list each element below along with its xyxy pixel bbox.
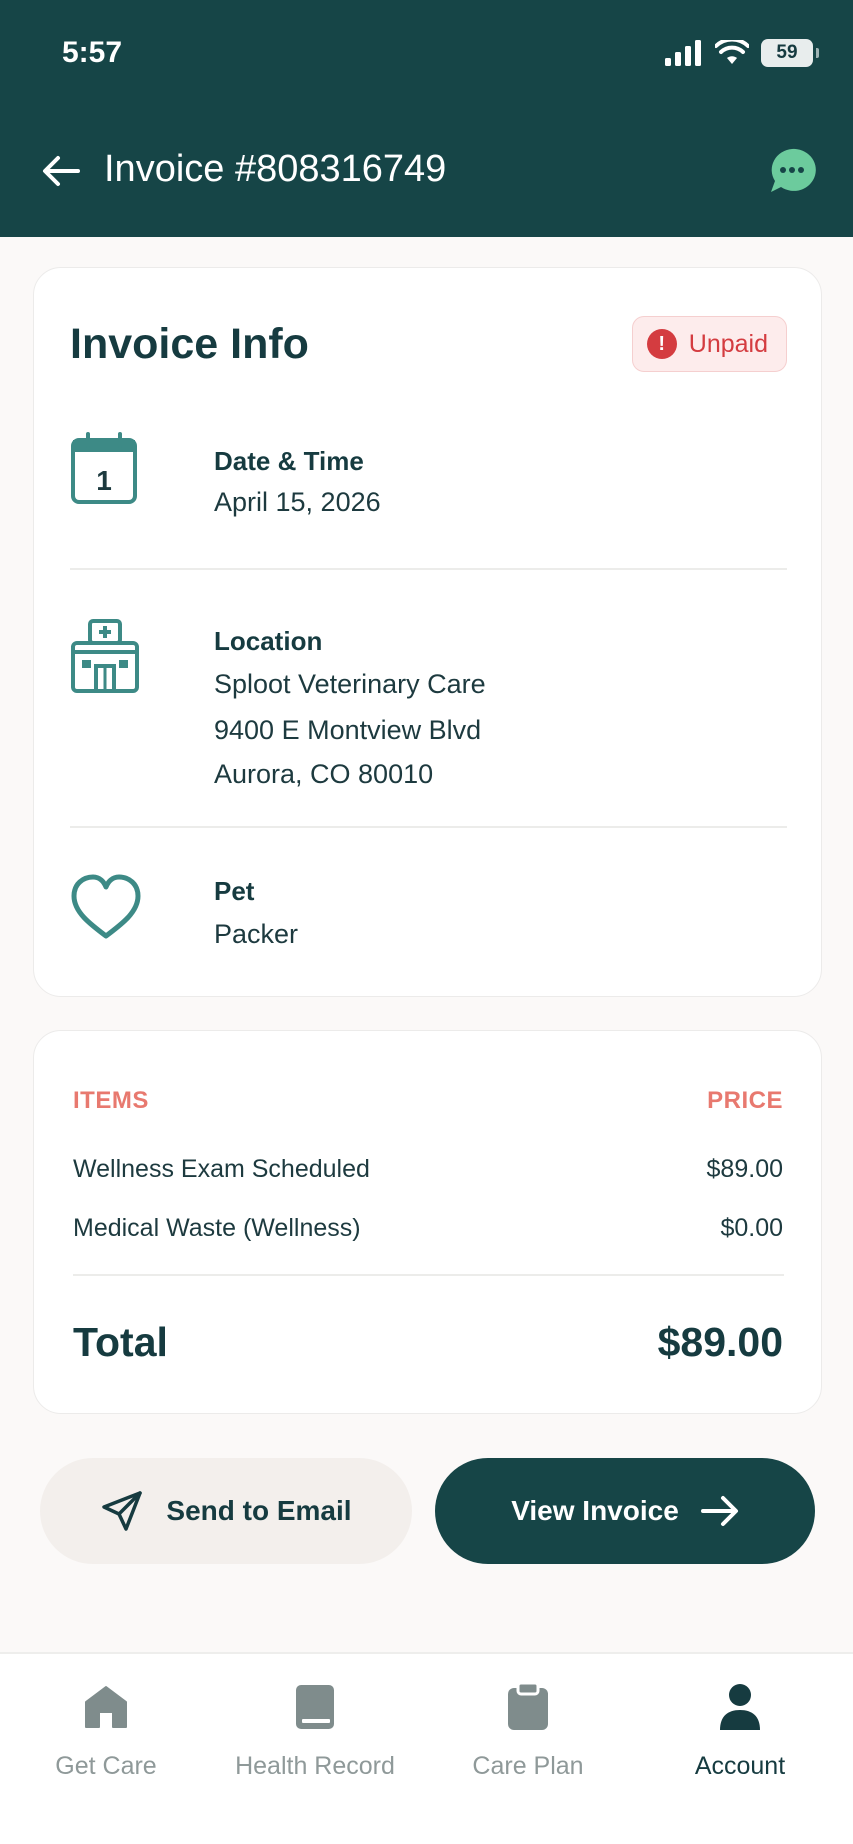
location-line1: Sploot Veterinary Care xyxy=(214,669,486,699)
battery-indicator: 59 xyxy=(761,39,819,67)
status-icons: 59 xyxy=(665,38,819,68)
hospital-icon xyxy=(71,619,139,693)
divider xyxy=(70,826,787,828)
send-to-email-button[interactable]: Send to Email xyxy=(40,1458,412,1564)
price-column-header: PRICE xyxy=(707,1087,783,1114)
calendar-day: 1 xyxy=(96,465,112,496)
pet-label: Pet xyxy=(214,876,255,906)
send-to-email-label: Send to Email xyxy=(166,1495,352,1526)
status-time: 5:57 xyxy=(62,36,123,69)
date-label: Date & Time xyxy=(214,446,364,476)
bottom-nav: Get Care Health Record Care Plan Account xyxy=(0,1652,853,1844)
nav-label: Care Plan xyxy=(472,1752,584,1780)
invoice-info-title: Invoice Info xyxy=(70,320,309,368)
divider xyxy=(70,568,787,570)
location-label: Location xyxy=(214,626,323,656)
view-invoice-label: View Invoice xyxy=(511,1495,679,1526)
nav-account[interactable]: Account xyxy=(670,1654,810,1844)
status-badge-label: Unpaid xyxy=(688,329,768,358)
calendar-icon: 1 xyxy=(71,432,137,504)
chat-button[interactable] xyxy=(767,146,817,196)
line-item-name: Wellness Exam Scheduled xyxy=(73,1155,370,1183)
app-header: 5:57 59 Invoice #808316749 xyxy=(0,0,853,237)
items-column-header: ITEMS xyxy=(73,1087,149,1114)
heart-icon xyxy=(71,874,141,939)
nav-get-care[interactable]: Get Care xyxy=(28,1654,184,1844)
signal-icon xyxy=(665,40,701,66)
back-button[interactable] xyxy=(38,148,84,194)
location-line3: Aurora, CO 80010 xyxy=(214,759,434,789)
location-row: Location Sploot Veterinary Care 9400 E M… xyxy=(70,618,787,798)
date-row: 1 Date & Time April 15, 2026 xyxy=(70,432,787,542)
nav-label: Get Care xyxy=(55,1752,157,1780)
pet-row: Pet Packer xyxy=(70,872,787,972)
nav-label: Account xyxy=(694,1752,786,1780)
line-item-price: $0.00 xyxy=(720,1214,783,1242)
status-badge: ! Unpaid xyxy=(631,316,787,372)
view-invoice-button[interactable]: View Invoice xyxy=(435,1458,815,1564)
arrow-right-icon xyxy=(700,1496,738,1526)
wifi-icon xyxy=(715,40,749,64)
book-icon xyxy=(290,1682,340,1732)
invoice-info-card: Invoice Info ! Unpaid 1 Date & Time Apri… xyxy=(33,267,822,997)
date-value: April 15, 2026 xyxy=(214,487,381,517)
send-icon xyxy=(102,1491,143,1531)
line-item-price: $89.00 xyxy=(706,1155,783,1183)
chat-bubble-icon xyxy=(771,148,816,192)
nav-label: Health Record xyxy=(235,1752,395,1780)
nav-care-plan[interactable]: Care Plan xyxy=(448,1654,608,1844)
total-label: Total xyxy=(73,1319,168,1365)
person-icon xyxy=(715,1682,765,1732)
total-value: $89.00 xyxy=(657,1319,783,1365)
location-line2: 9400 E Montview Blvd xyxy=(214,715,482,745)
nav-health-record[interactable]: Health Record xyxy=(220,1654,410,1844)
clipboard-icon xyxy=(503,1682,553,1732)
alert-icon: ! xyxy=(646,329,677,359)
items-card: ITEMS PRICE Wellness Exam Scheduled $89.… xyxy=(33,1030,822,1414)
page-title: Invoice #808316749 xyxy=(104,148,447,190)
divider xyxy=(73,1274,784,1276)
pet-value: Packer xyxy=(214,919,299,949)
line-item-name: Medical Waste (Wellness) xyxy=(73,1214,361,1242)
home-icon xyxy=(81,1682,131,1732)
arrow-left-icon xyxy=(43,156,80,186)
